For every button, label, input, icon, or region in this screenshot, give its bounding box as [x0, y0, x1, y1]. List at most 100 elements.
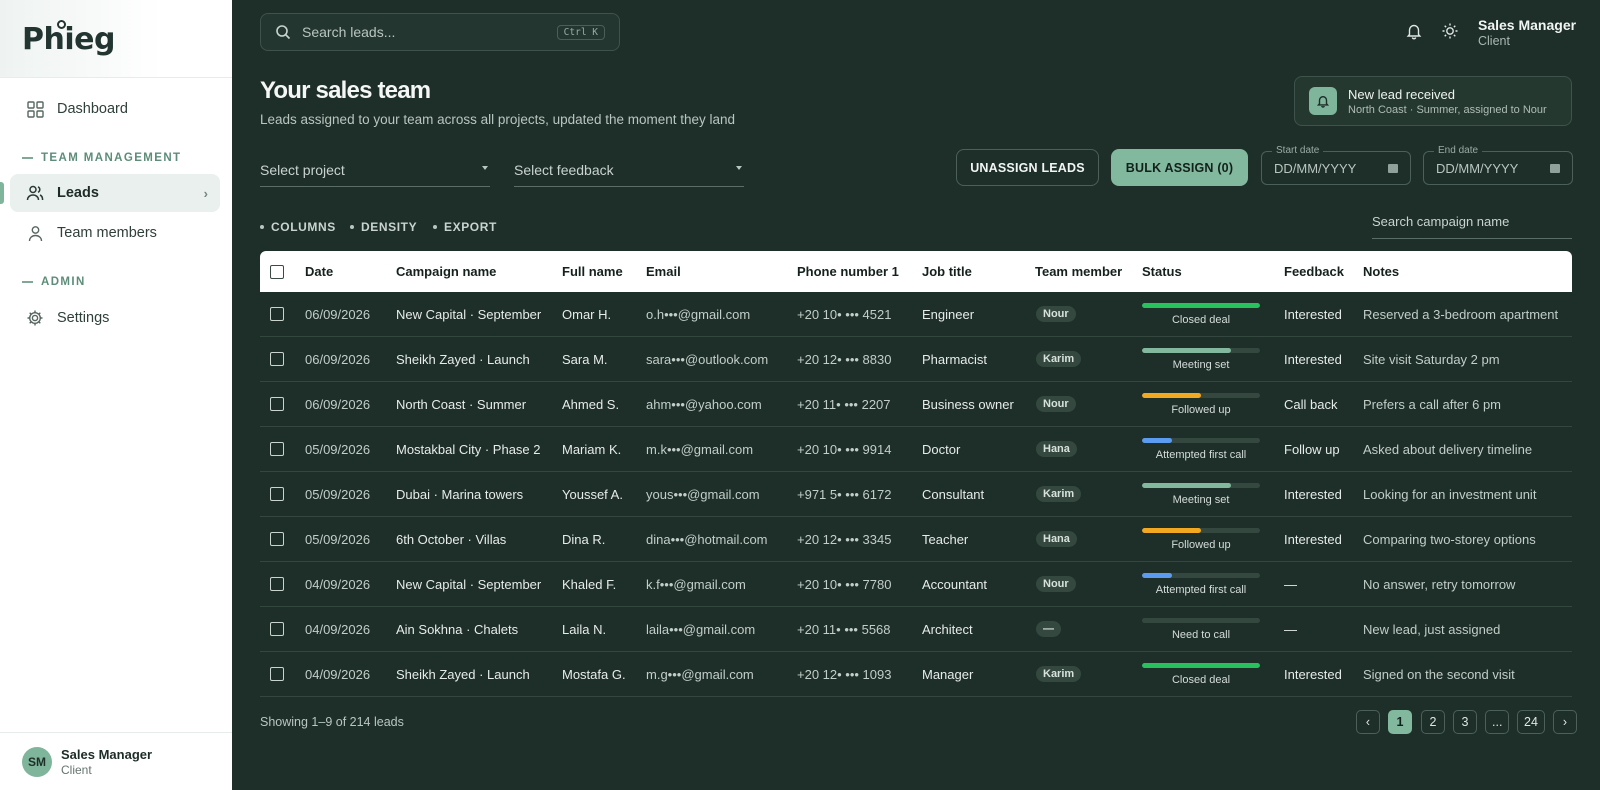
- team-member-badge[interactable]: Karim: [1036, 486, 1082, 502]
- column-header-job-title[interactable]: Job title: [922, 264, 972, 279]
- cell-campaign: 6th October · Villas: [396, 531, 507, 547]
- cell-feedback: Call back: [1284, 396, 1338, 412]
- table-row[interactable]: 06/09/2026 New Capital · September Omar H.…: [260, 292, 1572, 337]
- cell-phone: +20 10• ••• 7780: [797, 576, 892, 592]
- cell-feedback: Interested: [1284, 351, 1342, 367]
- table-row[interactable]: 05/09/2026 Mostakbal City · Phase 2 Mariam…: [260, 427, 1572, 472]
- density-button[interactable]: DENSITY: [350, 220, 417, 234]
- status-label: Closed deal: [1171, 674, 1231, 686]
- cell-campaign: Ain Sokhna · Chalets: [396, 621, 519, 637]
- page-button[interactable]: 3: [1453, 710, 1477, 734]
- row-checkbox[interactable]: [270, 622, 284, 636]
- column-header-date[interactable]: Date: [305, 264, 333, 279]
- end-date-field[interactable]: End date DD/MM/YYYY: [1423, 145, 1573, 185]
- sidebar-item-team-members[interactable]: Team members: [10, 214, 220, 252]
- team-member-badge[interactable]: —: [1036, 621, 1061, 637]
- column-header-feedback[interactable]: Feedback: [1284, 264, 1344, 279]
- calendar-icon[interactable]: [1388, 164, 1398, 173]
- sidebar-item-settings[interactable]: Settings: [10, 299, 220, 337]
- column-header-phone[interactable]: Phone number 1: [797, 264, 899, 279]
- team-member-badge[interactable]: Karim: [1036, 666, 1082, 682]
- column-header-status[interactable]: Status: [1142, 264, 1182, 279]
- table-row[interactable]: 06/09/2026 Sheikh Zayed · Launch Sara M. sa…: [260, 337, 1572, 382]
- user-name: Sales Manager: [61, 746, 153, 762]
- export-button[interactable]: EXPORT: [433, 220, 497, 234]
- column-header-email[interactable]: Email: [646, 264, 681, 279]
- cell-job-title: Doctor: [922, 441, 961, 457]
- cell-full-name: Sara M.: [562, 351, 608, 367]
- sun-icon[interactable]: [1440, 21, 1460, 41]
- feedback-select[interactable]: Select feedback: [514, 154, 744, 187]
- cell-full-name: Khaled F.: [562, 576, 617, 592]
- row-checkbox[interactable]: [270, 577, 284, 591]
- table-row[interactable]: 04/09/2026 Sheikh Zayed · Launch Mostafa G…: [260, 652, 1572, 697]
- status-label: Closed deal: [1171, 314, 1231, 326]
- cell-feedback: —: [1284, 621, 1297, 637]
- table-row[interactable]: 04/09/2026 New Capital · September Khaled …: [260, 562, 1572, 607]
- row-checkbox[interactable]: [270, 307, 284, 321]
- page-button[interactable]: 2: [1421, 710, 1445, 734]
- campaign-search[interactable]: [1372, 213, 1572, 239]
- next-page-button[interactable]: ›: [1553, 710, 1577, 734]
- page-button[interactable]: 24: [1517, 710, 1545, 734]
- sidebar-user[interactable]: SM Sales Manager Client: [0, 732, 232, 790]
- global-search[interactable]: Ctrl K: [260, 13, 620, 51]
- cell-phone: +20 11• ••• 5568: [797, 621, 891, 637]
- bell-icon[interactable]: [1404, 21, 1424, 41]
- toast-title: New lead received: [1348, 86, 1455, 102]
- row-checkbox[interactable]: [270, 487, 284, 501]
- row-checkbox[interactable]: [270, 667, 284, 681]
- top-user-menu[interactable]: Sales Manager Client: [1478, 17, 1576, 48]
- cell-email: sara•••@outlook.com: [646, 351, 769, 367]
- cell-campaign: Sheikh Zayed · Launch: [396, 666, 530, 682]
- bulk-assign-button[interactable]: BULK ASSIGN (0): [1111, 149, 1248, 186]
- prev-page-button[interactable]: ‹: [1356, 710, 1380, 734]
- bullet-icon: [433, 225, 437, 229]
- notification-toast[interactable]: New lead received North Coast · Summer, …: [1294, 76, 1572, 126]
- start-date-value: DD/MM/YYYY: [1274, 160, 1357, 176]
- row-checkbox[interactable]: [270, 442, 284, 456]
- select-all-checkbox[interactable]: [270, 264, 284, 279]
- team-member-badge[interactable]: Karim: [1036, 351, 1082, 367]
- brand-logo[interactable]: Phieg: [22, 20, 115, 57]
- campaign-search-input[interactable]: [1372, 214, 1572, 229]
- column-header-team-member[interactable]: Team member: [1035, 264, 1122, 279]
- table-row[interactable]: 05/09/2026 6th October · Villas Dina R. din…: [260, 517, 1572, 562]
- cell-full-name: Youssef A.: [562, 486, 623, 502]
- bullet-icon: [350, 225, 354, 229]
- cell-email: dina•••@hotmail.com: [646, 531, 768, 547]
- status-label: Meeting set: [1172, 494, 1230, 506]
- team-member-badge[interactable]: Hana: [1036, 441, 1077, 457]
- unassign-leads-button[interactable]: UNASSIGN LEADS: [956, 149, 1099, 186]
- cell-email: m.k•••@gmail.com: [646, 441, 754, 457]
- page-button[interactable]: ...: [1485, 710, 1510, 734]
- sidebar-item-leads[interactable]: Leads ›: [10, 174, 220, 212]
- cell-date: 04/09/2026: [305, 576, 371, 592]
- project-select[interactable]: Select project: [260, 154, 490, 187]
- column-header-full-name[interactable]: Full name: [562, 264, 623, 279]
- table-row[interactable]: 05/09/2026 Dubai · Marina towers Youssef A…: [260, 472, 1572, 517]
- avatar: SM: [22, 746, 52, 777]
- table-row[interactable]: 04/09/2026 Ain Sokhna · Chalets Laila N. la…: [260, 607, 1572, 652]
- row-checkbox[interactable]: [270, 397, 284, 411]
- row-checkbox[interactable]: [270, 532, 284, 546]
- column-header-notes[interactable]: Notes: [1363, 264, 1399, 279]
- team-member-badge[interactable]: Hana: [1036, 531, 1077, 547]
- team-member-badge[interactable]: Nour: [1036, 306, 1076, 322]
- table-row[interactable]: 06/09/2026 North Coast · Summer Ahmed S. ah…: [260, 382, 1572, 427]
- start-date-field[interactable]: Start date DD/MM/YYYY: [1261, 145, 1411, 185]
- column-header-campaign[interactable]: Campaign name: [396, 264, 496, 279]
- page-button[interactable]: 1: [1388, 710, 1412, 734]
- cell-phone: +20 11• ••• 2207: [797, 396, 891, 412]
- columns-button[interactable]: COLUMNS: [260, 220, 336, 234]
- status-label: Followed up: [1171, 539, 1231, 551]
- calendar-icon[interactable]: [1550, 164, 1560, 173]
- cell-full-name: Dina R.: [562, 531, 606, 547]
- sidebar-item-dashboard[interactable]: Dashboard: [10, 90, 220, 128]
- search-input[interactable]: [302, 24, 542, 40]
- cell-campaign: Dubai · Marina towers: [396, 486, 524, 502]
- team-member-badge[interactable]: Nour: [1036, 576, 1076, 592]
- status-progress-bar: [1142, 393, 1260, 398]
- team-member-badge[interactable]: Nour: [1036, 396, 1076, 412]
- row-checkbox[interactable]: [270, 352, 284, 366]
